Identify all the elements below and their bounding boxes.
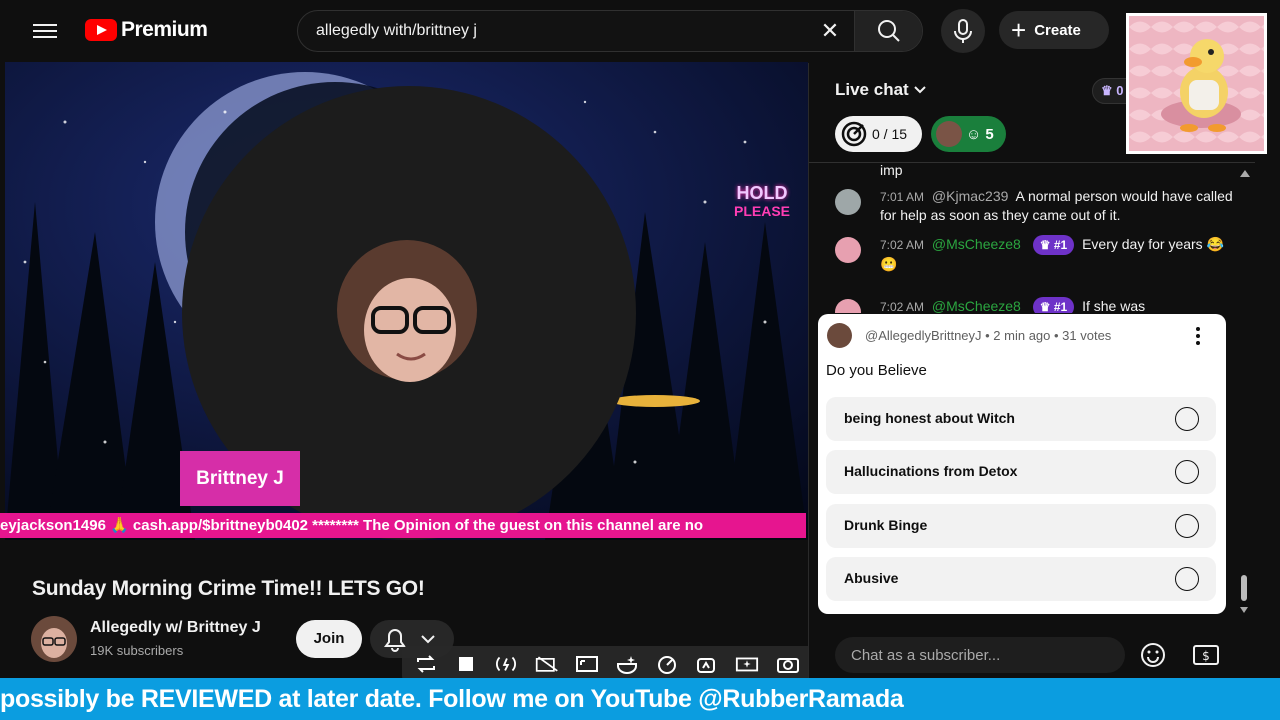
hold-please-sign: HOLD PLEASE xyxy=(717,184,807,220)
page: Premium ✕ + Create xyxy=(0,0,1280,720)
goal-pill[interactable]: 0 / 15 xyxy=(835,116,922,152)
brand-label: Premium xyxy=(121,18,208,41)
poll-option-label: Drunk Binge xyxy=(844,517,928,533)
subscriber-count: 19K subscribers xyxy=(90,643,184,658)
chat-message: 7:01 AM @Kjmac239 A normal person would … xyxy=(835,187,1235,224)
ai-sparkle-icon[interactable] xyxy=(615,653,639,675)
search-button[interactable] xyxy=(854,11,922,51)
poll-meta: @AllegedlyBrittneyJ • 2 min ago • 31 vot… xyxy=(865,328,1112,343)
poll-radio[interactable] xyxy=(1175,567,1199,591)
scroll-up-icon[interactable] xyxy=(1239,168,1251,178)
hide-overlay-icon[interactable] xyxy=(535,653,559,675)
repeat-icon[interactable] xyxy=(414,653,438,675)
poll-option[interactable]: Abusive xyxy=(826,557,1216,601)
chat-messages: imp 7:01 AM @Kjmac239 A normal person wo… xyxy=(809,163,1239,313)
message-author[interactable]: @MsCheeze8 xyxy=(932,236,1021,252)
poll-question: Do you Believe xyxy=(826,362,927,379)
search-icon xyxy=(878,20,900,42)
crown-count: 0 xyxy=(1116,83,1124,98)
poll-option[interactable]: being honest about Witch xyxy=(826,397,1216,441)
chat-message: 7:02 AM @MsCheeze8 ♛ #1 If she was xyxy=(835,297,1235,313)
rank-badge: ♛ #1 xyxy=(1032,297,1075,313)
bottom-banner: possibly be REVIEWED at later date. Foll… xyxy=(0,678,1280,720)
duck-overlay-image xyxy=(1126,13,1267,154)
moderator-avatar xyxy=(936,121,962,147)
hold-line-2: PLEASE xyxy=(733,203,790,219)
stream-background xyxy=(5,62,808,540)
youtube-play-icon xyxy=(85,19,117,41)
search-input[interactable] xyxy=(298,11,853,51)
poll-option-label: being honest about Witch xyxy=(844,410,1015,426)
poll-author-avatar xyxy=(827,323,852,348)
youtube-premium-logo[interactable]: Premium xyxy=(85,18,208,42)
rank-label: #1 xyxy=(1053,238,1068,252)
video-player[interactable]: HOLD PLEASE xyxy=(5,62,808,540)
emoji-icon[interactable] xyxy=(1140,642,1166,668)
message-author[interactable]: @Kjmac239 xyxy=(932,188,1008,204)
create-button[interactable]: + Create xyxy=(999,11,1109,49)
channel-avatar[interactable] xyxy=(31,616,77,662)
create-label: Create xyxy=(1034,21,1081,39)
live-broadcast-icon[interactable] xyxy=(494,653,518,675)
video-ticker: eyjackson1496 🙏 cash.app/$brittneyb0402 … xyxy=(0,513,806,538)
moderator-count: 5 xyxy=(985,125,994,143)
poll-radio[interactable] xyxy=(1175,514,1199,538)
video-title: Sunday Morning Crime Time!! LETS GO! xyxy=(32,577,425,600)
message-time: 7:02 AM xyxy=(880,238,925,252)
message-author[interactable]: @MsCheeze8 xyxy=(932,298,1021,313)
poll-option-label: Hallucinations from Detox xyxy=(844,463,1018,479)
svg-text:$: $ xyxy=(1202,649,1210,663)
join-button[interactable]: Join xyxy=(296,620,362,658)
user-avatar[interactable] xyxy=(835,189,861,215)
poll-card: @AllegedlyBrittneyJ • 2 min ago • 31 vot… xyxy=(818,314,1226,614)
chevron-down-icon[interactable] xyxy=(913,82,927,96)
rank-label: #1 xyxy=(1053,300,1068,313)
microphone-icon xyxy=(954,19,972,43)
chat-input[interactable] xyxy=(835,637,1125,673)
poll-radio[interactable] xyxy=(1175,460,1199,484)
search-box: ✕ xyxy=(297,10,923,52)
magic-frame-icon[interactable] xyxy=(735,653,759,675)
player-controls-bar xyxy=(402,646,852,682)
target-icon xyxy=(841,121,867,147)
chat-message: 7:02 AM @MsCheeze8 ♛ #1 Every day for ye… xyxy=(835,235,1235,273)
goal-count: 0 / 15 xyxy=(872,126,908,142)
message-text: If she was xyxy=(1082,298,1146,313)
streamer-name-tag: Brittney J xyxy=(180,451,300,506)
chat-title[interactable]: Live chat xyxy=(835,80,909,100)
chat-scrollbar[interactable] xyxy=(1240,575,1248,615)
user-avatar[interactable] xyxy=(835,299,861,313)
message-time: 7:01 AM xyxy=(880,190,925,204)
clear-search-icon[interactable]: ✕ xyxy=(818,19,842,43)
audio-enhance-icon[interactable] xyxy=(695,653,719,675)
camera-icon[interactable] xyxy=(776,653,800,675)
poll-option[interactable]: Hallucinations from Detox xyxy=(826,450,1216,494)
more-vert-icon[interactable] xyxy=(1190,325,1206,347)
message-text: imp xyxy=(880,163,903,178)
speed-gauge-icon[interactable] xyxy=(655,653,679,675)
voice-search-button[interactable] xyxy=(941,9,985,53)
rank-badge: ♛ #1 xyxy=(1032,235,1075,255)
plus-icon: + xyxy=(1011,15,1027,45)
user-avatar[interactable] xyxy=(835,237,861,263)
poll-option[interactable]: Drunk Binge xyxy=(826,504,1216,548)
chat-message: imp xyxy=(835,163,1235,179)
poll-radio[interactable] xyxy=(1175,407,1199,431)
message-time: 7:02 AM xyxy=(880,300,925,313)
stop-icon[interactable] xyxy=(454,653,478,675)
fullscreen-crop-icon[interactable] xyxy=(575,653,599,675)
moderators-pill[interactable]: ☺ 5 xyxy=(931,116,1006,152)
menu-icon[interactable] xyxy=(33,20,57,42)
channel-name[interactable]: Allegedly w/ Brittney J xyxy=(90,619,261,637)
poll-option-label: Abusive xyxy=(844,570,899,586)
hold-line-1: HOLD xyxy=(736,183,788,203)
people-icon: ☺ xyxy=(966,125,982,143)
super-chat-icon[interactable]: $ xyxy=(1192,642,1220,668)
